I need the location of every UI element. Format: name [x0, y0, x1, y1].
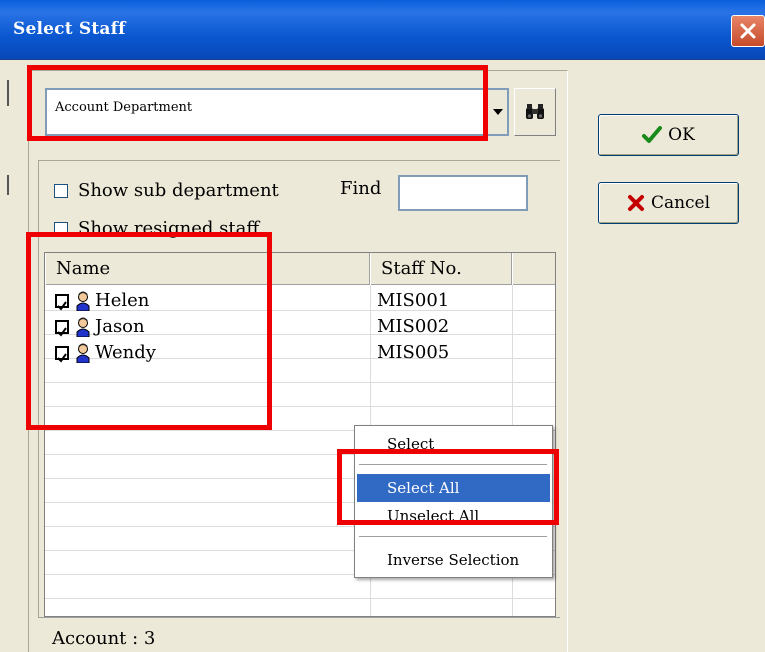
grid-row: [45, 599, 555, 616]
check-icon: [57, 301, 67, 311]
menu-separator: [359, 536, 547, 538]
chevron-down-icon: [492, 109, 503, 115]
column-header-blank: [512, 253, 555, 285]
person-icon: [76, 317, 90, 337]
grid-row: [45, 383, 555, 407]
staff-row[interactable]: Wendy MIS005: [45, 341, 555, 365]
find-department-button[interactable]: [514, 88, 556, 136]
list-header: Name Staff No.: [45, 253, 555, 285]
department-dropdown-button[interactable]: [487, 90, 507, 134]
row-name: Jason: [95, 316, 145, 337]
window-edge-mark: [7, 80, 9, 106]
status-bar: Account : 3: [38, 617, 560, 652]
menu-item-unselect-all[interactable]: Unselect All: [357, 502, 550, 530]
close-button[interactable]: [731, 15, 765, 47]
x-icon: [627, 195, 644, 211]
row-staff-no: MIS001: [377, 290, 450, 311]
show-resigned-staff-label: Show resigned staff: [78, 218, 260, 239]
menu-item-select-all[interactable]: Select All: [357, 474, 550, 502]
cancel-label: Cancel: [650, 193, 711, 213]
column-header-name[interactable]: Name: [45, 253, 370, 285]
department-combobox[interactable]: Account Department: [45, 88, 509, 136]
row-checkbox[interactable]: [55, 294, 69, 311]
row-checkbox[interactable]: [55, 346, 69, 363]
staff-row[interactable]: Jason MIS002: [45, 315, 555, 339]
show-sub-department-label: Show sub department: [78, 180, 279, 201]
binoculars-icon: [526, 104, 544, 119]
context-menu: Select Select All Unselect All Inverse S…: [354, 425, 553, 578]
row-staff-no: MIS002: [377, 316, 450, 337]
window-edge-mark: [7, 175, 9, 195]
status-count: Account : 3: [52, 628, 156, 649]
check-icon: [57, 353, 67, 363]
find-input[interactable]: [398, 175, 528, 211]
staff-row[interactable]: Helen MIS001: [45, 289, 555, 313]
checkmark-icon: [642, 126, 663, 143]
show-resigned-staff-option[interactable]: Show resigned staff: [54, 218, 259, 239]
show-resigned-staff-checkbox[interactable]: [54, 221, 68, 236]
window-title: Select Staff: [13, 19, 126, 39]
grid-row: [45, 575, 555, 599]
row-staff-no: MIS005: [377, 342, 450, 363]
ok-label: OK: [668, 125, 695, 145]
row-checkbox[interactable]: [55, 320, 69, 337]
menu-separator: [359, 464, 547, 466]
column-header-staff-no[interactable]: Staff No.: [370, 253, 512, 285]
menu-item-inverse-selection[interactable]: Inverse Selection: [357, 546, 550, 574]
cancel-button[interactable]: Cancel: [598, 182, 739, 224]
show-sub-department-option[interactable]: Show sub department: [54, 180, 279, 201]
title-bar: Select Staff: [0, 0, 765, 60]
check-icon: [57, 327, 67, 337]
find-label: Find: [340, 178, 382, 199]
row-name: Helen: [95, 290, 150, 311]
close-icon: [740, 23, 756, 39]
person-icon: [76, 343, 90, 363]
ok-button[interactable]: OK: [598, 114, 739, 156]
row-name: Wendy: [95, 342, 156, 363]
menu-item-select[interactable]: Select: [357, 430, 550, 458]
show-sub-department-checkbox[interactable]: [54, 183, 68, 198]
department-selected: Account Department: [55, 100, 193, 115]
person-icon: [76, 291, 90, 311]
